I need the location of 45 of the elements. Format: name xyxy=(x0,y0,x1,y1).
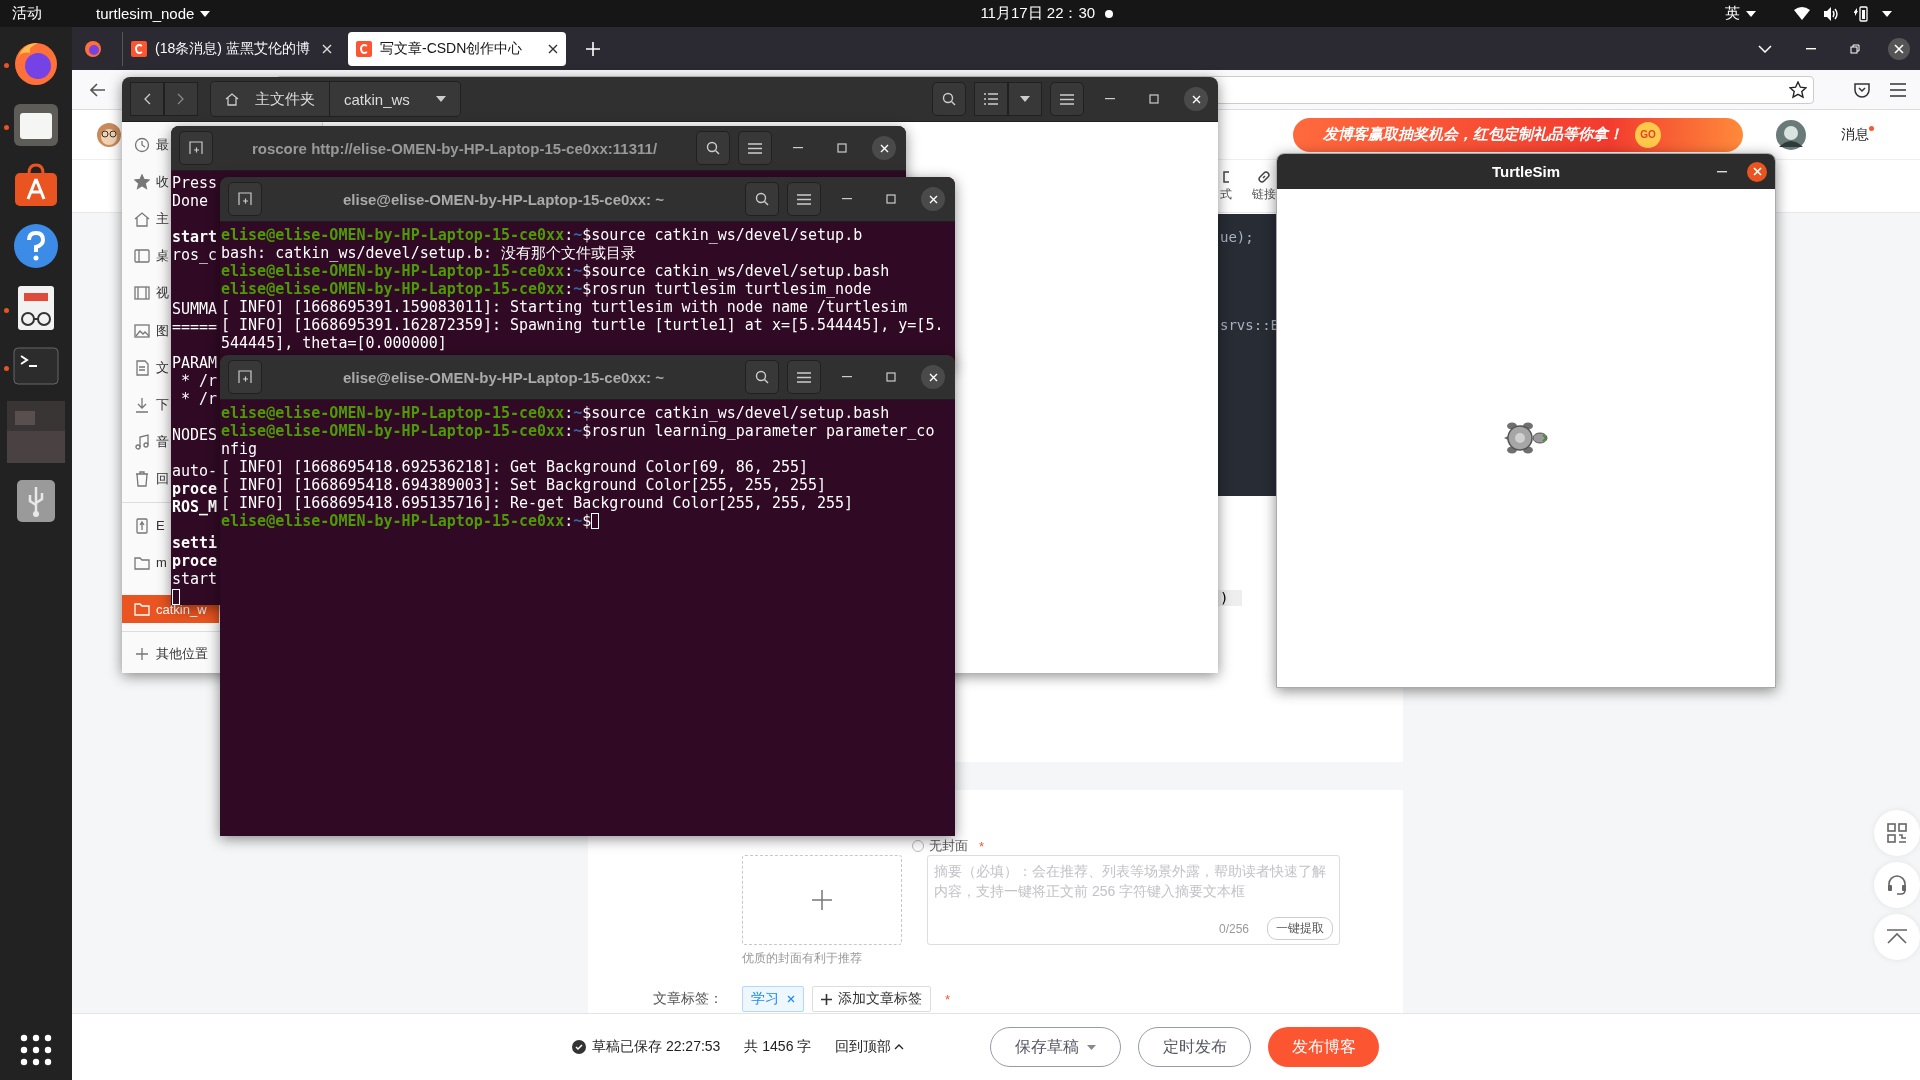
terminal-line: elise@elise-OMEN-by-HP-Laptop-15-ce0xx:~$ xyxy=(221,512,600,530)
terminal-line: elise@elise-OMEN-by-HP-Laptop-15-ce0xx:~$source catkin_ws/devel/setup.bash xyxy=(221,404,890,422)
terminal-line: [ INFO] [1668695418.694389003]: Set Background Color[255, 255, 255] xyxy=(221,476,827,494)
terminal-line: setti xyxy=(172,534,218,552)
terminal-line: proce xyxy=(172,480,218,498)
terminal-line: elise@elise-OMEN-by-HP-Laptop-15-ce0xx:~$rosrun learning_parameter parameter_co xyxy=(221,422,935,440)
tag-label: 学习 xyxy=(751,990,779,1008)
terminal-line: elise@elise-OMEN-by-HP-Laptop-15-ce0xx:~$rosrun turtlesim turtlesim_node xyxy=(221,280,872,298)
terminal-line: ===== xyxy=(172,318,218,336)
save-status: 草稿已保存 22:27:53 xyxy=(592,1038,721,1056)
terminal-line: PARAM xyxy=(172,354,218,372)
terminal-line: Press xyxy=(172,174,218,192)
field-label: 文章标签： xyxy=(652,990,723,1008)
terminal-line: start xyxy=(172,228,218,246)
terminal-line: SUMMA xyxy=(172,300,218,318)
terminal-line: Done xyxy=(172,192,209,210)
terminal-line: [ INFO] [1668695391.159083011]: Starting turtlesim with node name /turtlesim xyxy=(221,298,908,316)
window-title: TurtleSim xyxy=(1491,163,1561,180)
terminal-line: elise@elise-OMEN-by-HP-Laptop-15-ce0xx:~$source catkin_ws/devel/setup.bash xyxy=(221,262,890,280)
upload-hint: 优质的封面有利于推荐 xyxy=(742,950,862,967)
terminal-line: bash: catkin_ws/devel/setup.b: 没有那个文件或目录 xyxy=(221,244,636,262)
code-line: ue); xyxy=(1220,228,1254,247)
terminal-line: * /r xyxy=(180,390,218,408)
terminal-line: NODES xyxy=(172,426,218,444)
terminal-line: [ INFO] [1668695391.162872359]: Spawning turtle [turtle1] at x=[5.544445], y=[5. xyxy=(221,316,944,334)
required-mark: * xyxy=(945,991,951,1007)
terminal-line: auto- xyxy=(172,462,218,480)
terminal-line: nfig xyxy=(221,440,258,458)
terminal-line: * /r xyxy=(180,372,218,390)
window-title: roscore http://elise-OMEN-by-HP-Laptop-15-ce0xx:11311/ xyxy=(250,139,659,157)
terminal-line: ros_c xyxy=(172,246,218,264)
terminal-line: elise@elise-OMEN-by-HP-Laptop-15-ce0xx:~$source catkin_ws/devel/setup.b xyxy=(221,226,863,244)
terminal-line: ROS_M xyxy=(172,498,218,516)
character-counter: 0/256 xyxy=(1218,921,1249,936)
inline-code: ) xyxy=(1218,590,1243,606)
terminal-line: [ INFO] [1668695418.695135716]: Re-get Background Color[255, 255, 255] xyxy=(221,494,854,512)
window-title: elise@elise-OMEN-by-HP-Laptop-15-ce0xx: ~ xyxy=(342,190,665,208)
window-title: elise@elise-OMEN-by-HP-Laptop-15-ce0xx: ~ xyxy=(342,368,665,386)
required-mark: * xyxy=(979,838,985,854)
terminal-line: start xyxy=(172,570,218,588)
terminal-line: [ INFO] [1668695418.692536218]: Get Background Color[69, 86, 255] xyxy=(221,458,808,476)
terminal-line: proce xyxy=(172,552,218,570)
terminal-line: 544445], theta=[0.000000] xyxy=(221,334,447,352)
banner-text: 发博客赢取抽奖机会，红包定制礼品等你拿！ xyxy=(1323,125,1623,144)
word-count: 共 1456 字 xyxy=(744,1038,812,1056)
